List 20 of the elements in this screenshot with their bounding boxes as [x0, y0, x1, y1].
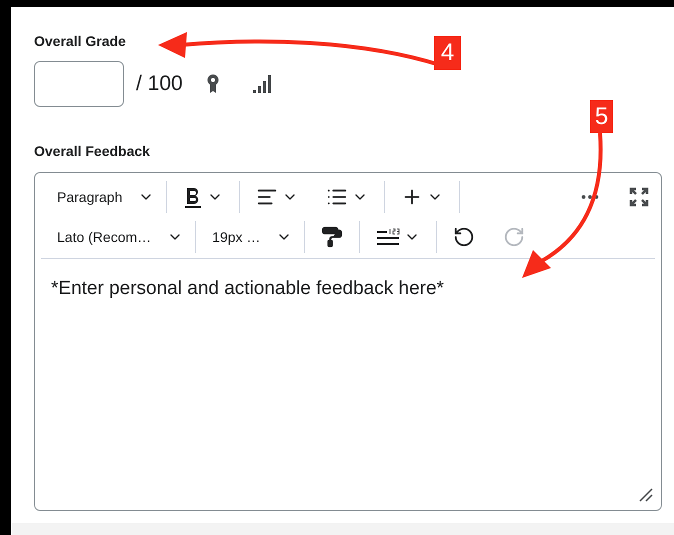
field-label: Overall Feedback [34, 142, 150, 161]
feedback-text: *Enter personal and actionable feedback here* [50, 277, 444, 301]
pin-icon [206, 74, 219, 94]
bold-icon [183, 186, 204, 208]
dropdown-button[interactable]: 19px … [204, 221, 296, 253]
dropdown-button[interactable]: Lato (Recom… [49, 221, 188, 253]
callout-number: 4 [434, 36, 461, 70]
grade-input[interactable] [34, 61, 124, 107]
redo-icon [503, 226, 526, 248]
fullscreen-icon[interactable] [629, 187, 649, 207]
resize-handle-icon[interactable] [639, 488, 653, 502]
line-spacing-icon [376, 227, 400, 247]
field-label: Overall Grade [34, 32, 126, 51]
dropdown-button[interactable]: Paragraph [49, 181, 158, 213]
paint-roller-icon [321, 226, 344, 248]
callout-number: 5 [590, 100, 613, 133]
grade-total: / 100 [136, 71, 183, 98]
signal-bars-icon [252, 74, 272, 94]
undo-icon [453, 226, 476, 248]
rich-text-editor[interactable]: Paragraph Lato (Recom… 19px … *Enter personal and actionable feedback here* [34, 172, 662, 511]
